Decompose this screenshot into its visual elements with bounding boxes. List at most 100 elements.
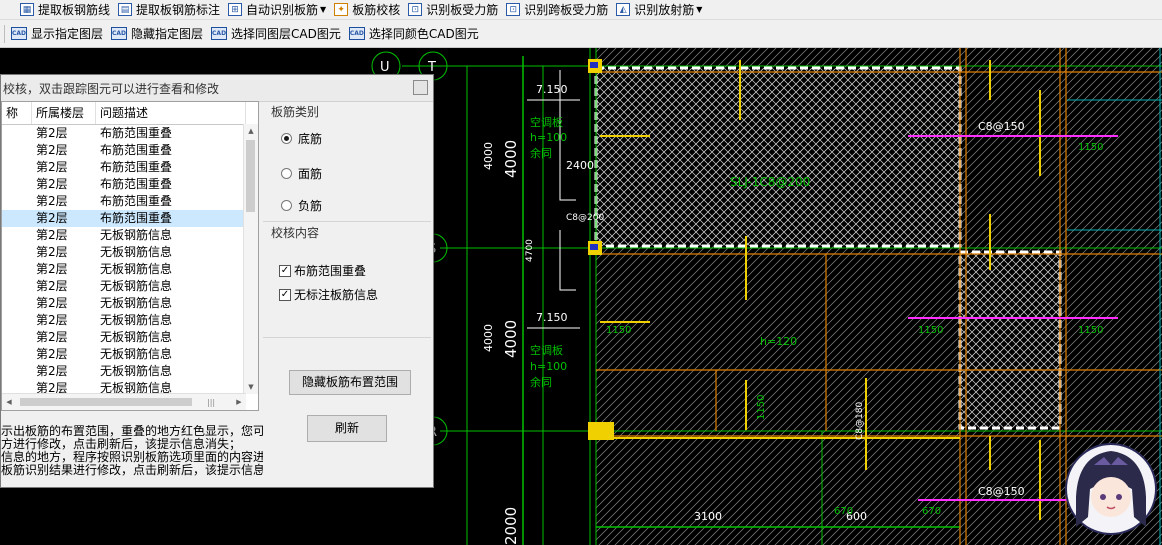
auto-recognize-icon: ⊞ — [228, 3, 243, 16]
refresh-button[interactable]: 刷新 — [307, 415, 387, 442]
rebar-length-text: 1150 — [756, 395, 767, 420]
close-button[interactable] — [413, 80, 428, 95]
cell-description: 无板钢筋信息 — [100, 279, 173, 293]
main-toolbar: ▦ 提取板钢筋线 ▤ 提取板钢筋标注 ⊞ 自动识别板筋 ▼ ✦ 板筋校核 ⊡ 识… — [0, 0, 1162, 20]
show-layer-button[interactable]: CAD 显示指定图层 — [7, 20, 107, 47]
rebar-range-highlight[interactable] — [960, 252, 1060, 428]
cad-select-layer-icon: CAD — [211, 27, 228, 40]
rebar-length-text: 1150 — [1078, 142, 1103, 153]
cell-floor: 第2层 — [36, 313, 68, 327]
grip-icon: ||| — [207, 398, 216, 407]
cell-description: 布筋范围重叠 — [100, 194, 173, 208]
chevron-down-icon: ▼ — [320, 5, 327, 14]
radio-bottom-rebar[interactable]: 底筋 — [281, 130, 322, 147]
recognize-stress-rebar-button[interactable]: ⊡ 识别板受力筋 — [404, 0, 502, 19]
axis-label-t: T — [427, 60, 436, 75]
radio-indicator — [281, 200, 292, 211]
rebar-spec-text: C8@150 — [978, 120, 1025, 133]
cell-name — [2, 193, 32, 210]
hint-text: 示出板筋的布置范围，重叠的地方红色显示，您可 方进行修改，点击刷新后，该提示信息… — [1, 425, 263, 487]
table-row[interactable]: 第2层 无板钢筋信息 — [2, 295, 258, 312]
column-marker-inner — [590, 62, 598, 68]
cell-description: 无板钢筋信息 — [100, 262, 173, 276]
cell-name — [2, 227, 32, 244]
table-body: 第2层 布筋范围重叠 第2层 布筋范围重叠 第2层 布筋范围重叠 第2层 布筋范围重叠 第2层布… — [2, 125, 258, 397]
recognize-cross-slab-button[interactable]: ⊡ 识别跨板受力筋 — [502, 0, 612, 19]
column-header-floor[interactable]: 所属楼层 — [32, 102, 96, 124]
auto-recognize-rebar-label: 自动识别板筋 — [246, 3, 319, 17]
ac-slab-label: 空调板 — [530, 115, 563, 129]
column-header-description[interactable]: 问题描述 — [96, 102, 246, 124]
table-row[interactable]: 第2层 无板钢筋信息 — [2, 346, 258, 363]
cell-floor: 第2层 — [36, 160, 68, 174]
table-row[interactable]: 第2层 布筋范围重叠 — [2, 193, 258, 210]
elevation-text: 7.150 — [536, 311, 568, 324]
rebar-length-text: 1150 — [606, 325, 631, 336]
scrollbar-thumb[interactable] — [246, 140, 255, 212]
cell-name — [2, 244, 32, 261]
radio-negative-rebar[interactable]: 负筋 — [281, 197, 322, 214]
cell-name — [2, 346, 32, 363]
rebar-length-text: 1150 — [918, 325, 943, 336]
select-same-color-button[interactable]: CAD 选择同颜色CAD图元 — [345, 20, 483, 47]
table-row[interactable]: 第2层 无板钢筋信息 — [2, 227, 258, 244]
cell-name — [2, 125, 32, 142]
table-row[interactable]: 第2层 布筋范围重叠 — [2, 210, 258, 227]
extract-rebar-line-button[interactable]: ▦ 提取板钢筋线 — [0, 0, 114, 19]
issue-table[interactable]: 称 所属楼层 问题描述 第2层 布筋范围重叠 第2层 布筋范围重叠 第2层 布筋范围重叠第… — [1, 101, 259, 411]
table-row[interactable]: 第2层 无板钢筋信息 — [2, 312, 258, 329]
extract-rebar-annotation-button[interactable]: ▤ 提取板钢筋标注 — [114, 0, 224, 19]
group-divider — [263, 337, 431, 338]
cell-name — [2, 329, 32, 346]
table-row[interactable]: 第2层 无板钢筋信息 — [2, 329, 258, 346]
cell-floor: 第2层 — [36, 177, 68, 191]
cell-name — [2, 261, 32, 278]
checkbox-no-annotation[interactable]: ✓ 无标注板筋信息 — [279, 286, 378, 303]
same-note-label: 余同 — [530, 375, 552, 389]
dim-text: 3100 — [694, 510, 722, 523]
rebar-length-text: 1150 — [1078, 325, 1103, 336]
table-row[interactable]: 第2层 布筋范围重叠 — [2, 142, 258, 159]
extract-rebar-line-label: 提取板钢筋线 — [38, 3, 111, 17]
rebar-spec-text: C8@150 — [978, 485, 1025, 498]
rebar-range-highlight[interactable] — [596, 68, 960, 246]
auto-recognize-rebar-button[interactable]: ⊞ 自动识别板筋 ▼ — [224, 0, 330, 19]
layer-toolbar: CAD 显示指定图层 CAD 隐藏指定图层 CAD 选择同图层CAD图元 CAD… — [0, 20, 1162, 48]
radio-top-rebar[interactable]: 面筋 — [281, 165, 322, 182]
table-row[interactable]: 第2层 布筋范围重叠 — [2, 125, 258, 142]
scroll-down-icon[interactable]: ▼ — [244, 380, 258, 394]
hide-layer-button[interactable]: CAD 隐藏指定图层 — [107, 20, 207, 47]
cell-floor: 第2层 — [36, 126, 68, 140]
hide-rebar-range-button[interactable]: 隐藏板筋布置范围 — [289, 370, 411, 395]
horizontal-scrollbar[interactable]: ◀ ||| ▶ — [2, 393, 246, 410]
select-same-layer-button[interactable]: CAD 选择同图层CAD图元 — [207, 20, 345, 47]
rebar-spec-text: C8@200 — [566, 213, 604, 223]
cell-floor: 第2层 — [36, 364, 68, 378]
rebar-check-button[interactable]: ✦ 板筋校核 — [330, 0, 404, 19]
recognize-radial-label: 识别放射筋 — [634, 3, 695, 17]
column-header-name[interactable]: 称 — [2, 102, 32, 124]
table-row[interactable]: 第2层 布筋范围重叠 — [2, 176, 258, 193]
recognize-radial-button[interactable]: ◭ 识别放射筋 ▼ — [612, 0, 706, 19]
dialog-title-bar[interactable]: 校核，双击跟踪图元可以进行查看和修改 — [1, 75, 433, 102]
group-divider — [263, 221, 431, 222]
table-row[interactable]: 第2层 无板钢筋信息 — [2, 261, 258, 278]
scroll-up-icon[interactable]: ▲ — [244, 124, 258, 138]
vertical-scrollbar[interactable]: ▲ ▼ — [243, 124, 258, 394]
annotation-leaders — [527, 70, 580, 329]
rebar-check-icon: ✦ — [334, 3, 349, 16]
checkbox-range-overlap[interactable]: ✓ 布筋范围重叠 — [279, 262, 366, 279]
recognize-stress-rebar-label: 识别板受力筋 — [426, 3, 499, 17]
cell-floor: 第2层 — [36, 330, 68, 344]
table-row[interactable]: 第2层 无板钢筋信息 — [2, 244, 258, 261]
scrollbar-thumb[interactable] — [20, 398, 192, 406]
scroll-right-icon[interactable]: ▶ — [232, 395, 246, 409]
cell-description: 无板钢筋信息 — [100, 313, 173, 327]
cell-floor: 第2层 — [36, 211, 68, 225]
table-row[interactable]: 第2层 无板钢筋信息 — [2, 278, 258, 295]
table-row[interactable]: 第2层 布筋范围重叠 — [2, 159, 258, 176]
check-icon: ✓ — [279, 264, 291, 277]
axis-label-u: U — [380, 60, 390, 75]
table-row[interactable]: 第2层 无板钢筋信息 — [2, 363, 258, 380]
scroll-left-icon[interactable]: ◀ — [2, 395, 16, 409]
